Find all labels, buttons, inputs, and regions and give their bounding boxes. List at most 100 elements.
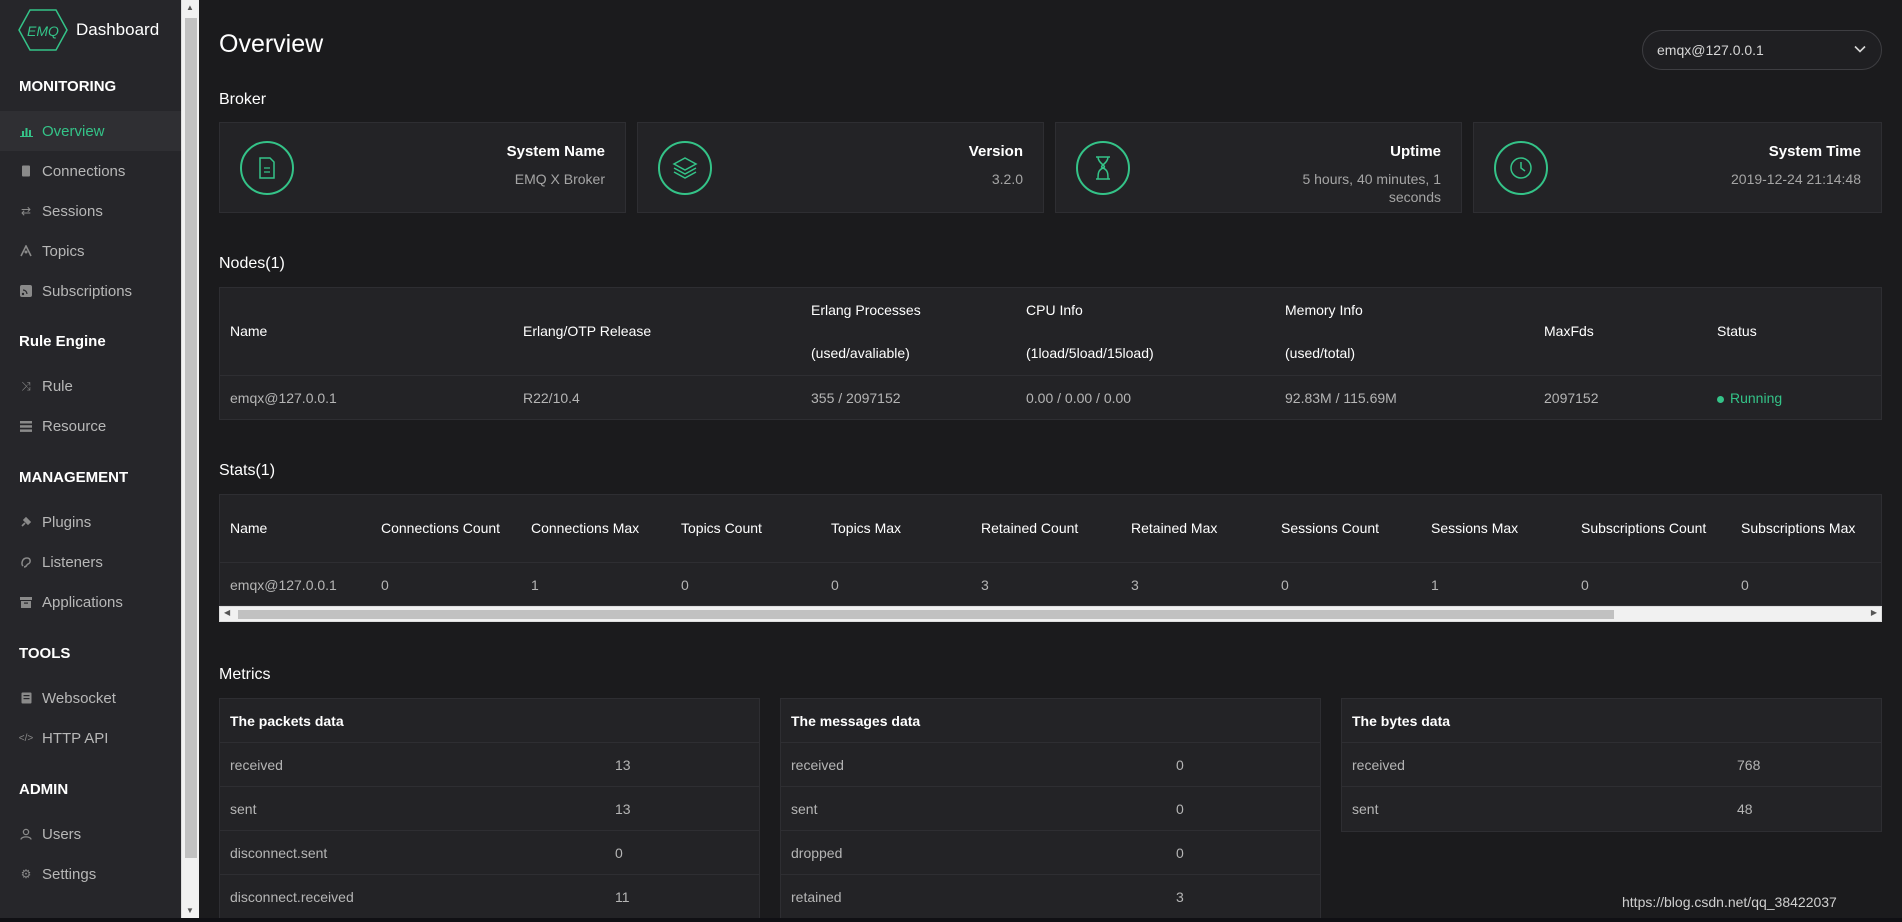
col-name: Name [230,323,268,339]
stats-horizontal-scrollbar[interactable]: ◀ ▶ [219,606,1882,622]
node-memory: 92.83M / 115.69M [1285,390,1397,406]
metric-value: 768 [1737,757,1761,773]
list-item: sent 13 [220,787,759,831]
card-system-time: System Time 2019-12-24 21:14:48 [1473,122,1882,213]
metric-key: sent [1352,801,1379,817]
metric-value: 48 [1737,801,1753,817]
col-topics-count: Topics Count [681,520,762,536]
col-name: Name [230,520,268,536]
sidebar-item-overview[interactable]: Overview [0,111,181,151]
stats-section-title: Stats(1) [219,462,276,479]
table-row[interactable]: emqx@127.0.0.1 R22/10.4 355 / 2097152 0.… [220,376,1881,420]
packets-panel: The packets data received 13 sent 13 disco… [219,698,760,920]
card-value: 3.2.0 [991,171,1023,187]
metric-key: disconnect.sent [230,845,328,861]
stats-table: Name Connections Count Connections Max T… [219,494,1882,606]
col-memory-sub: (used/total) [1285,345,1356,361]
scrollbar-thumb[interactable] [238,610,1614,619]
col-topics-max: Topics Max [831,520,902,536]
websocket-icon [19,691,33,705]
sidebar-item-connections[interactable]: Connections [0,151,181,191]
sidebar-item-websocket[interactable]: Websocket [0,678,181,718]
nav-section-monitoring: MONITORING [19,78,117,95]
metric-key: received [1352,757,1405,773]
brand-name: Dashboard [76,20,160,39]
metric-key: sent [230,801,257,817]
node-cpu: 0.00 / 0.00 / 0.00 [1026,390,1132,406]
brand-logo[interactable]: EMQ Dashboard [18,8,159,52]
sidebar-item-subscriptions[interactable]: Subscriptions [0,271,181,311]
card-label: System Time [1768,143,1861,160]
logo-text: EMQ [27,23,59,39]
box-icon [19,595,33,609]
clock-icon [1494,141,1548,195]
sidebar-item-listeners[interactable]: Listeners [0,542,181,582]
scrollbar-thumb[interactable] [185,18,197,858]
list-item: dropped 0 [781,831,1320,875]
nodes-section-title: Nodes(1) [219,255,285,272]
card-version: Version 3.2.0 [637,122,1044,213]
stats-retained-count: 3 [981,577,989,593]
scroll-down-arrow-icon[interactable]: ▼ [186,906,194,915]
nav-section-admin: ADMIN [19,781,69,798]
sidebar-item-sessions[interactable]: ⇄ Sessions [0,191,181,231]
sidebar-item-resource[interactable]: Resource [0,406,181,446]
stats-retained-max: 3 [1131,577,1139,593]
panel-title: The packets data [220,699,759,743]
stats-sessions-max: 1 [1431,577,1439,593]
stats-connections-count: 0 [381,577,389,593]
col-sessions-max: Sessions Max [1431,520,1519,536]
table-header-row: Name Erlang/OTP Release Erlang Processes… [220,288,1881,376]
stats-sessions-count: 0 [1281,577,1289,593]
card-value: 5 hours, 40 minutes, 1 seconds [1302,171,1441,205]
list-icon [19,419,33,433]
emq-logo-icon: EMQ [18,8,68,52]
scroll-right-arrow-icon[interactable]: ▶ [1871,608,1877,617]
scroll-left-arrow-icon[interactable]: ◀ [224,608,230,617]
sidebar-item-applications[interactable]: Applications [0,582,181,622]
sidebar-item-label: Subscriptions [42,282,133,300]
card-label: Uptime [1390,143,1441,160]
metric-value: 0 [615,845,623,861]
broker-section-title: Broker [219,91,267,108]
col-maxfds: MaxFds [1544,323,1594,339]
nav-section-management: MANAGEMENT [19,469,129,486]
stats-connections-max: 1 [531,577,539,593]
ear-icon [19,555,33,569]
sidebar-item-plugins[interactable]: Plugins [0,502,181,542]
list-item: sent 0 [781,787,1320,831]
stats-name: emqx@127.0.0.1 [230,577,337,593]
sidebar-item-rule[interactable]: ⤨ Rule [0,366,181,406]
sidebar-item-users[interactable]: Users [0,814,181,854]
metrics-section-title: Metrics [219,666,271,683]
sidebar-item-topics[interactable]: Topics [0,231,181,271]
sidebar-item-label: Listeners [42,553,103,571]
col-connections-max: Connections Max [531,520,640,536]
scroll-up-arrow-icon[interactable]: ▲ [186,3,194,12]
sidebar-item-settings[interactable]: ⚙ Settings [0,854,181,894]
node-select[interactable]: emqx@127.0.0.1 [1642,30,1882,70]
metric-value: 0 [1176,845,1184,861]
list-item: received 13 [220,743,759,787]
node-processes: 355 / 2097152 [811,390,901,406]
col-retained-max: Retained Max [1131,520,1218,536]
metric-value: 3 [1176,889,1184,905]
node-maxfds: 2097152 [1544,390,1599,406]
metric-value: 13 [615,801,631,817]
sidebar-item-label: Rule [42,377,73,395]
metric-value: 13 [615,757,631,773]
sidebar-item-label: Websocket [42,689,116,707]
layers-icon [658,141,712,195]
col-retained-count: Retained Count [981,520,1079,536]
node-status: Running [1717,390,1782,406]
code-icon: </> [18,732,34,744]
table-header-row: Name Connections Count Connections Max T… [220,495,1881,563]
col-processes-sub: (used/avaliable) [811,345,910,361]
watermark: https://blog.csdn.net/qq_38422037 [1622,894,1837,910]
sidebar-scrollbar[interactable]: ▲ ▼ [181,0,199,922]
sidebar-item-label: Plugins [42,513,92,531]
metric-key: received [791,757,844,773]
sidebar-item-http-api[interactable]: </> HTTP API [0,718,181,758]
col-otp: Erlang/OTP Release [523,323,652,339]
table-row[interactable]: emqx@127.0.0.1 0 1 0 0 3 3 0 1 0 0 [220,563,1881,607]
